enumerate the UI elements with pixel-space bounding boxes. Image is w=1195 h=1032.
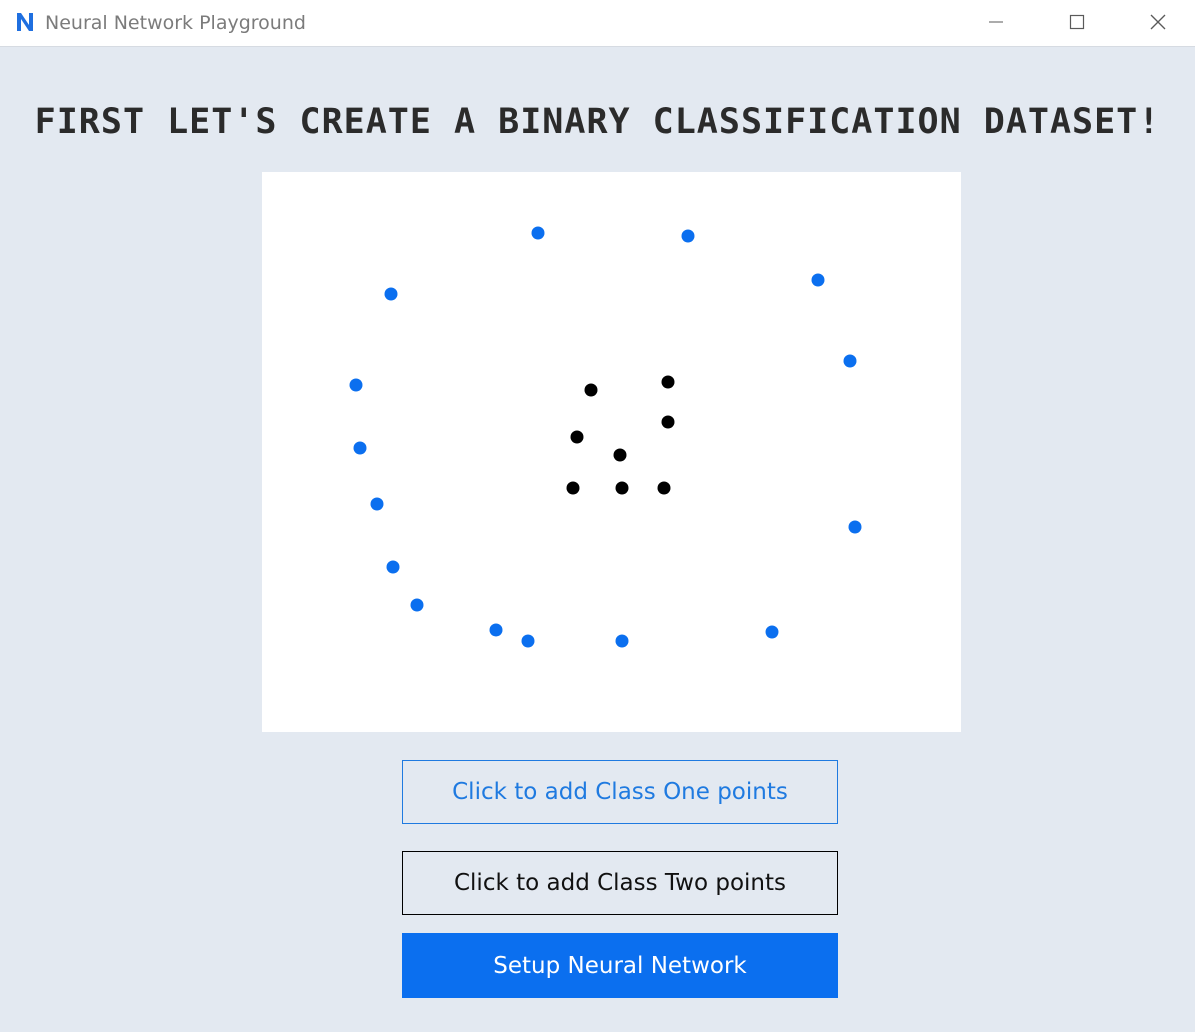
maximize-button[interactable]: [1047, 0, 1107, 44]
minimize-icon: [989, 21, 1003, 23]
class-one-point: [765, 625, 779, 639]
class-one-point: [843, 354, 857, 368]
class-one-point: [410, 598, 424, 612]
class-two-point: [657, 481, 671, 495]
setup-network-button[interactable]: Setup Neural Network: [402, 933, 838, 998]
class-two-point: [661, 415, 675, 429]
class-two-point: [613, 448, 627, 462]
class-one-point: [681, 229, 695, 243]
class-one-point: [353, 441, 367, 455]
class-one-point: [386, 560, 400, 574]
minimize-button[interactable]: [966, 0, 1026, 44]
add-class-two-button[interactable]: Click to add Class Two points: [402, 851, 838, 915]
class-two-point: [584, 383, 598, 397]
close-icon: [1150, 14, 1166, 30]
class-two-point: [570, 430, 584, 444]
dataset-plot[interactable]: [262, 172, 961, 732]
window-title: Neural Network Playground: [45, 12, 306, 34]
dataset-canvas[interactable]: [262, 172, 961, 732]
class-one-point: [811, 273, 825, 287]
class-two-point: [615, 481, 629, 495]
class-one-point: [848, 520, 862, 534]
app-logo-icon: [17, 13, 33, 31]
add-class-one-button[interactable]: Click to add Class One points: [402, 760, 838, 824]
class-one-point: [349, 378, 363, 392]
class-two-point: [661, 375, 675, 389]
class-one-point: [615, 634, 629, 648]
maximize-icon: [1069, 14, 1085, 30]
close-button[interactable]: [1128, 0, 1188, 44]
class-two-point: [566, 481, 580, 495]
page-heading: First let's create a binary classificati…: [34, 102, 1161, 142]
title-bar: Neural Network Playground: [0, 0, 1195, 47]
class-one-point: [370, 497, 384, 511]
class-one-point: [531, 226, 545, 240]
class-one-point: [489, 623, 503, 637]
class-one-point: [521, 634, 535, 648]
class-one-point: [384, 287, 398, 301]
